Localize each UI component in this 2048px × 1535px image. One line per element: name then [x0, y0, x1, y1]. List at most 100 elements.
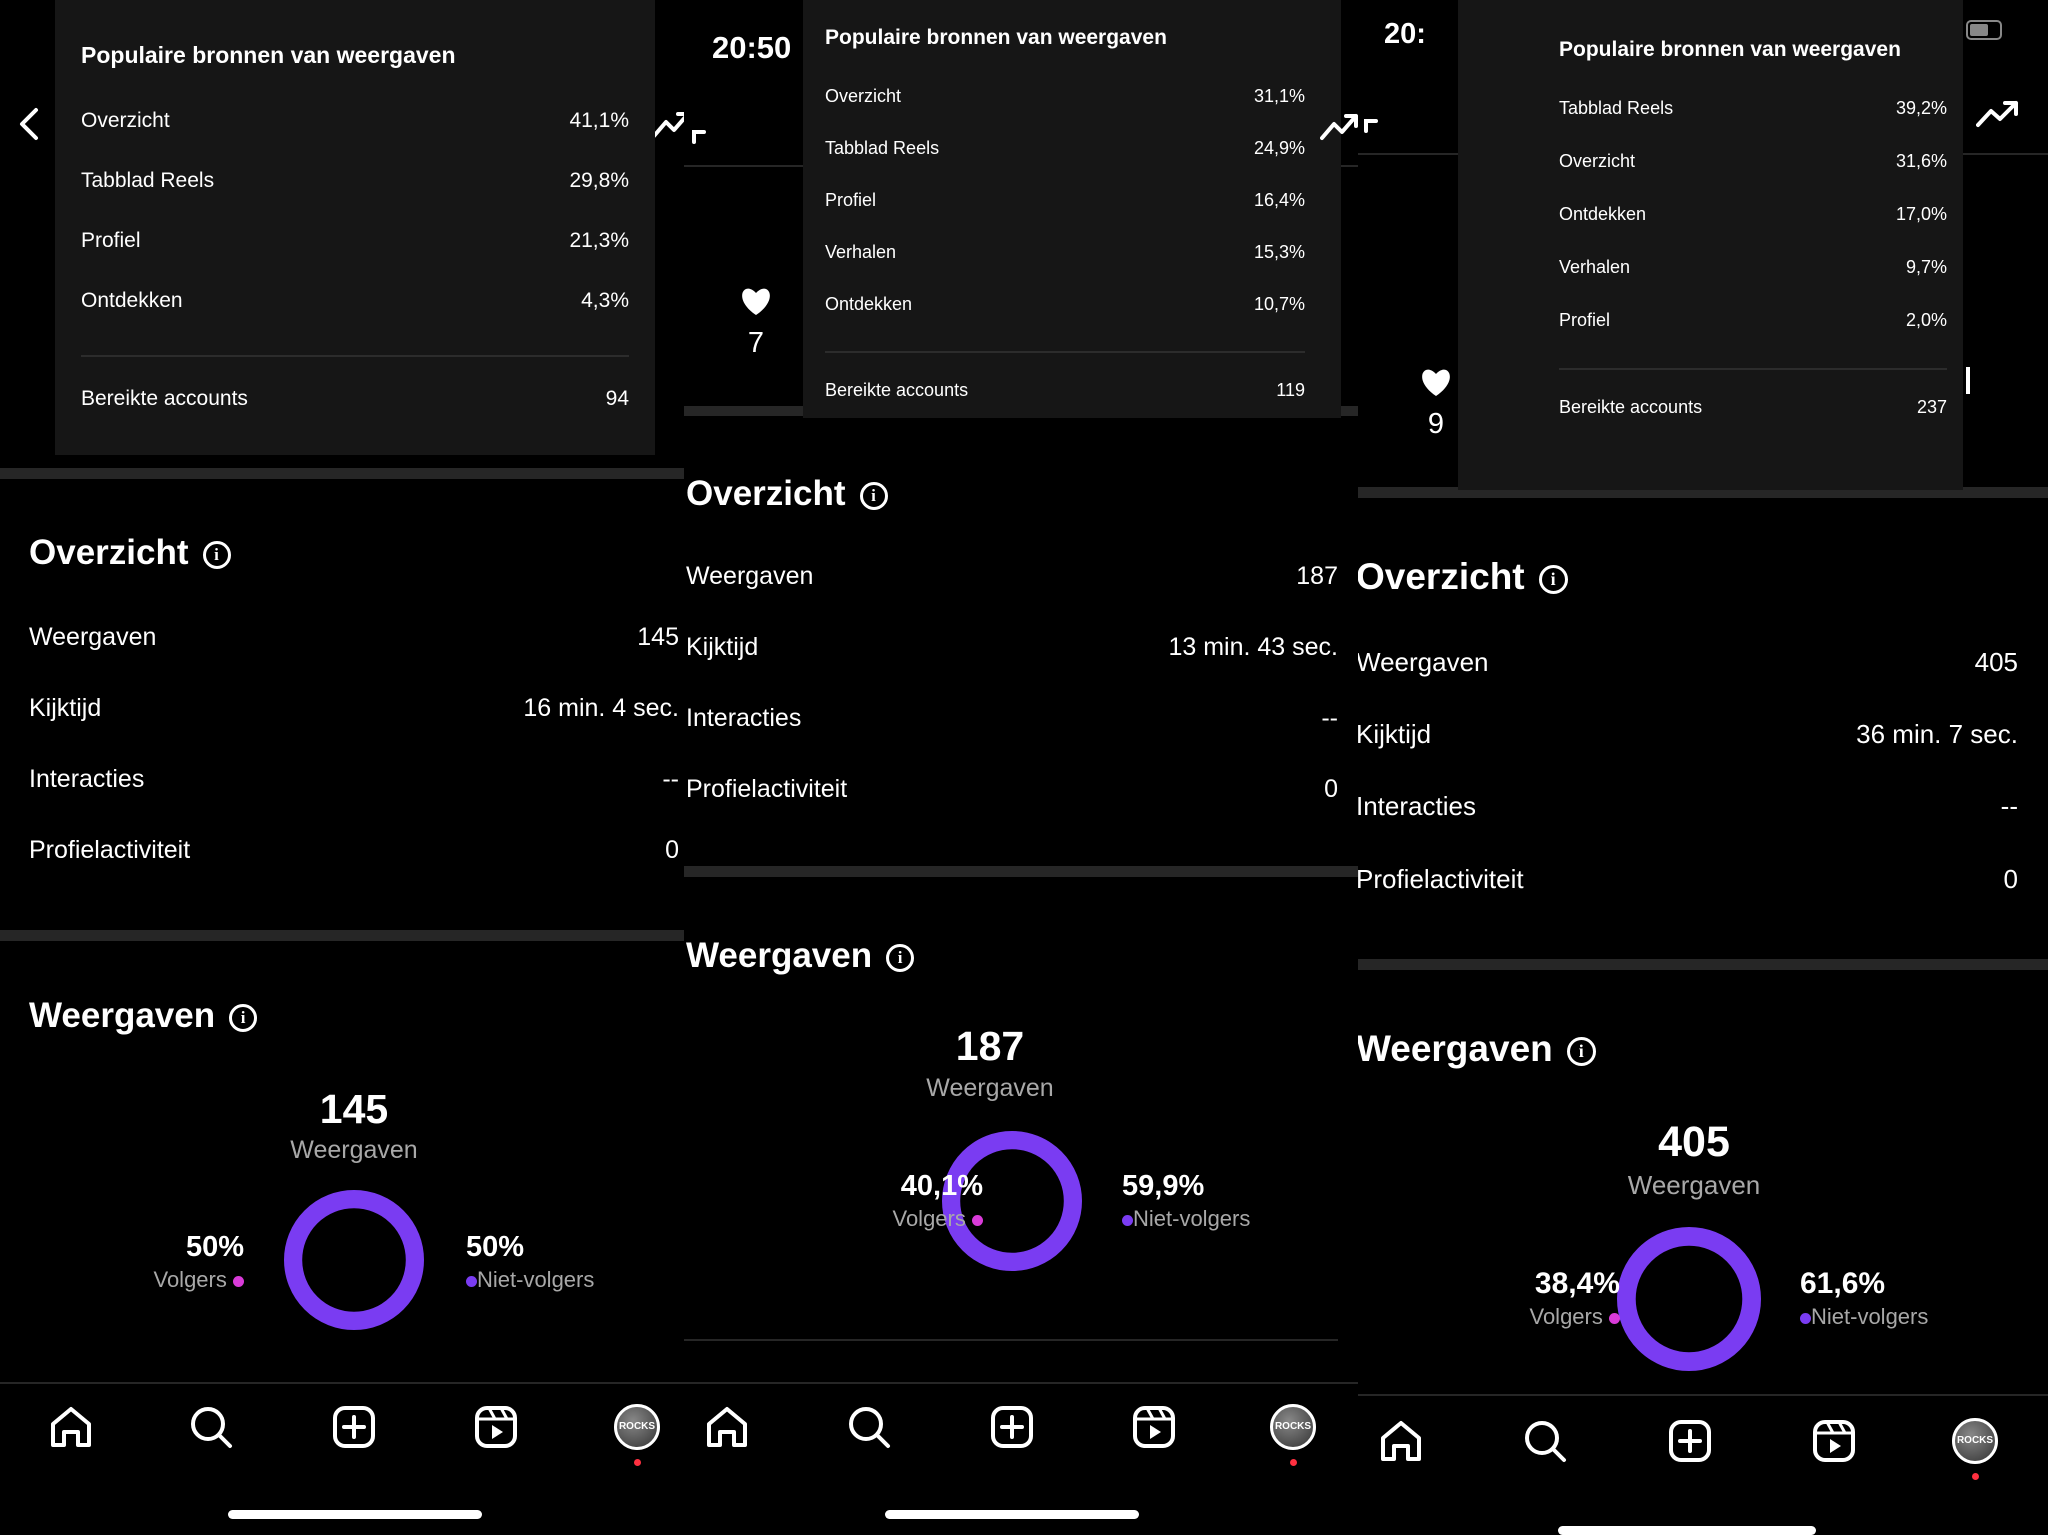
notification-dot [1972, 1473, 1979, 1480]
profile-avatar[interactable]: ROCKS [1952, 1418, 1998, 1464]
source-label: Profiel [81, 229, 141, 252]
home-indicator [885, 1510, 1139, 1519]
section-divider [0, 930, 684, 941]
stat-label: Weergaven [1358, 647, 1489, 677]
source-label: Overzicht [825, 86, 902, 106]
tooltip-row: Tabblad Reels 39,2% [1559, 98, 1947, 119]
info-icon[interactable]: i [859, 481, 888, 510]
source-value: 39,2% [1895, 98, 1947, 118]
stat-value: 0 [1324, 775, 1338, 803]
stat-row-profile-activity: Profielactiviteit 0 [686, 775, 1338, 804]
profile-avatar[interactable]: ROCKS [1270, 1404, 1316, 1450]
tooltip-title: Populaire bronnen van weergaven [81, 42, 456, 68]
profile-avatar[interactable]: ROCKS [614, 1404, 660, 1450]
home-icon [1381, 1421, 1421, 1461]
stat-row-interactions: Interacties -- [686, 704, 1338, 733]
info-icon[interactable]: i [886, 943, 915, 972]
reels-button[interactable] [1811, 1418, 1857, 1469]
reels-button[interactable] [473, 1404, 519, 1455]
source-label: Tabblad Reels [825, 138, 940, 158]
stat-value: -- [662, 765, 679, 793]
tooltip-row: Ontdekken 4,3% [81, 289, 629, 313]
tooltip-divider [1559, 368, 1947, 370]
views-total: 145 [319, 1086, 389, 1132]
back-button[interactable] [12, 106, 48, 142]
info-icon[interactable]: i [202, 540, 231, 569]
source-label: Ontdekken [825, 294, 913, 314]
status-time: 20: [1384, 18, 1426, 50]
reels-button[interactable] [1131, 1404, 1177, 1455]
followers-label: Volgers [153, 1267, 227, 1292]
create-button[interactable] [331, 1404, 377, 1455]
info-icon[interactable]: i [1538, 564, 1568, 594]
source-value: 31,6% [1895, 151, 1947, 171]
info-icon[interactable]: i [229, 1003, 258, 1032]
tooltip-row: Ontdekken 17,0% [1559, 204, 1947, 225]
views-total-label: Weergaven [1627, 1170, 1761, 1200]
source-value: 2,0% [1905, 310, 1947, 330]
source-label: Tabblad Reels [1559, 98, 1674, 118]
non-followers-arc [1617, 1227, 1761, 1371]
non-followers-label: Niet-volgers [1133, 1206, 1251, 1231]
stat-label: Kijktijd [1358, 719, 1432, 749]
views-total-label: Weergaven [926, 1074, 1054, 1102]
non-followers-arc [283, 1189, 425, 1331]
home-button[interactable] [704, 1404, 750, 1455]
source-label: Tabblad Reels [81, 169, 215, 192]
views-title: Weergaven i [29, 996, 258, 1036]
followers-legend: Volgers [1529, 1304, 1620, 1330]
likes-stat: 7 [728, 286, 784, 360]
bottom-nav: ROCKS [1358, 1396, 2048, 1496]
chevron-left-icon [20, 108, 38, 140]
followers-donut [283, 1189, 425, 1331]
views-total: 187 [955, 1023, 1025, 1069]
search-button[interactable] [188, 1404, 234, 1455]
notification-dot [634, 1459, 641, 1466]
tooltip-row: Profiel 2,0% [1559, 310, 1947, 331]
source-label: Profiel [825, 190, 877, 210]
stat-row-interactions: Interacties -- [29, 765, 679, 794]
non-followers-legend: Niet-volgers [466, 1267, 594, 1293]
followers-percent: 40,1% [900, 1170, 983, 1202]
tooltip-row: Profiel 16,4% [825, 190, 1305, 211]
search-button[interactable] [846, 1404, 892, 1455]
stat-row-interactions: Interacties -- [1358, 791, 2018, 822]
heart-icon [1422, 369, 1450, 396]
search-button[interactable] [1522, 1418, 1568, 1469]
tooltip-row: Ontdekken 10,7% [825, 294, 1305, 315]
reached-accounts-label: Bereikte accounts [81, 387, 248, 410]
reached-accounts-row: Bereikte accounts 94 [81, 387, 629, 411]
stat-value: 145 [637, 623, 679, 651]
source-value: 21,3% [569, 229, 629, 252]
stat-value: 0 [665, 836, 679, 864]
home-button[interactable] [1378, 1418, 1424, 1469]
reached-accounts-label: Bereikte accounts [825, 380, 969, 400]
stat-value: -- [1321, 704, 1338, 732]
views-title-text: Weergaven [29, 996, 216, 1035]
source-value: 17,0% [1895, 204, 1947, 224]
tooltip-row: Verhalen 15,3% [825, 242, 1305, 263]
insights-panel-3: 20: 9 Populaire bronnen van weergaven Ta… [1358, 0, 2048, 1535]
stat-label: Interacties [1358, 791, 1476, 821]
trend-icon [1976, 95, 2020, 135]
info-icon[interactable]: i [1566, 1036, 1596, 1066]
source-value: 29,8% [569, 169, 629, 192]
home-button[interactable] [48, 1404, 94, 1455]
stat-row-views: Weergaven 145 [29, 623, 679, 652]
create-button[interactable] [989, 1404, 1035, 1455]
stat-value: 187 [1296, 562, 1338, 590]
tooltip-row: Overzicht 31,6% [1559, 151, 1947, 172]
followers-percent: 38,4% [1534, 1267, 1620, 1300]
stat-label: Kijktijd [29, 694, 102, 722]
home-icon [51, 1407, 91, 1447]
home-indicator [228, 1510, 482, 1519]
reached-accounts-row: Bereikte accounts 237 [1559, 397, 1947, 418]
create-button[interactable] [1667, 1418, 1713, 1469]
overview-title-text: Overzicht [686, 474, 846, 513]
section-divider [684, 1339, 1338, 1341]
tooltip-divider [81, 355, 629, 357]
likes-stat: 9 [1408, 367, 1464, 441]
source-value: 9,7% [1905, 257, 1947, 277]
insights-panel-2: 20:50 7 Populaire bronnen van weergaven … [684, 0, 1358, 1535]
create-icon [1669, 1420, 1711, 1462]
